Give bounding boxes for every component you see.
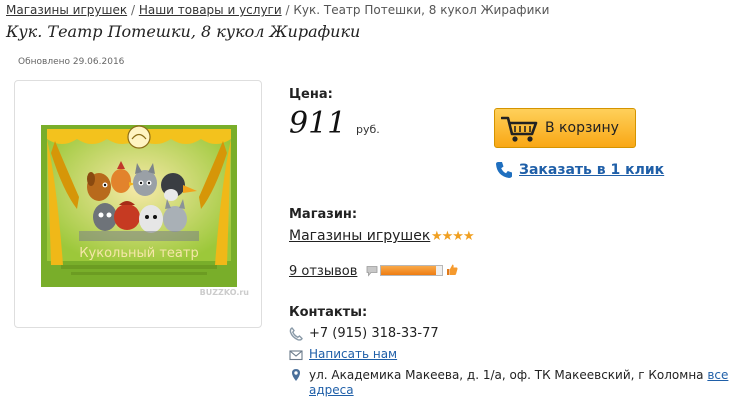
price-label: Цена: — [289, 87, 333, 102]
price-currency: руб. — [356, 123, 380, 136]
updated-date: Обновлено 29.06.2016 — [18, 57, 125, 67]
address-text: ул. Академика Макеева, д. 1/а, оф. ТК Ма… — [309, 368, 704, 382]
add-to-cart-label: В корзину — [545, 120, 619, 136]
reviews-link[interactable]: 9 отзывов — [289, 264, 357, 279]
phone-icon — [289, 327, 303, 341]
contacts-label: Контакты: — [289, 305, 368, 320]
breadcrumb-current: Кук. Театр Потешки, 8 кукол Жирафики — [293, 3, 550, 17]
image-caption: Кукольный театр — [79, 246, 198, 261]
rating-bar — [380, 265, 443, 276]
one-click-order-link[interactable]: Заказать в 1 клик — [519, 162, 664, 178]
envelope-icon — [289, 350, 303, 361]
breadcrumb-shop-link[interactable]: Магазины игрушек — [6, 3, 127, 17]
contact-phone: +7 (915) 318-33-77 — [309, 326, 439, 341]
breadcrumb-products-link[interactable]: Наши товары и услуги — [139, 3, 282, 17]
rating-bar-fill — [381, 266, 436, 275]
speech-bubble-icon — [366, 266, 378, 277]
shop-name-link[interactable]: Магазины игрушек — [289, 228, 430, 244]
thumbs-up-icon[interactable] — [446, 263, 458, 276]
contact-address: ул. Академика Макеева, д. 1/а, оф. ТК Ма… — [309, 368, 729, 398]
price-value: 911 — [289, 106, 347, 141]
page-title: Кук. Театр Потешки, 8 кукол Жирафики — [6, 22, 361, 41]
add-to-cart-button[interactable]: В корзину — [494, 108, 636, 148]
puppet-theater-box-image[interactable]: Кукольный театр BUZZKO.ru — [21, 105, 257, 301]
breadcrumb-separator: / — [285, 3, 290, 17]
shop-rating-stars: ★★★★ — [431, 229, 475, 244]
location-pin-icon — [292, 369, 300, 381]
shopping-cart-icon — [501, 116, 538, 142]
breadcrumb: Магазины игрушек / Наши товары и услуги … — [6, 3, 549, 17]
shop-label: Магазин: — [289, 207, 358, 222]
breadcrumb-separator: / — [130, 3, 135, 17]
product-image-frame[interactable]: Кукольный театр BUZZKO.ru — [14, 80, 262, 328]
image-watermark: BUZZKO.ru — [200, 288, 250, 297]
phone-icon — [496, 162, 512, 178]
write-to-us-link[interactable]: Написать нам — [309, 347, 397, 361]
